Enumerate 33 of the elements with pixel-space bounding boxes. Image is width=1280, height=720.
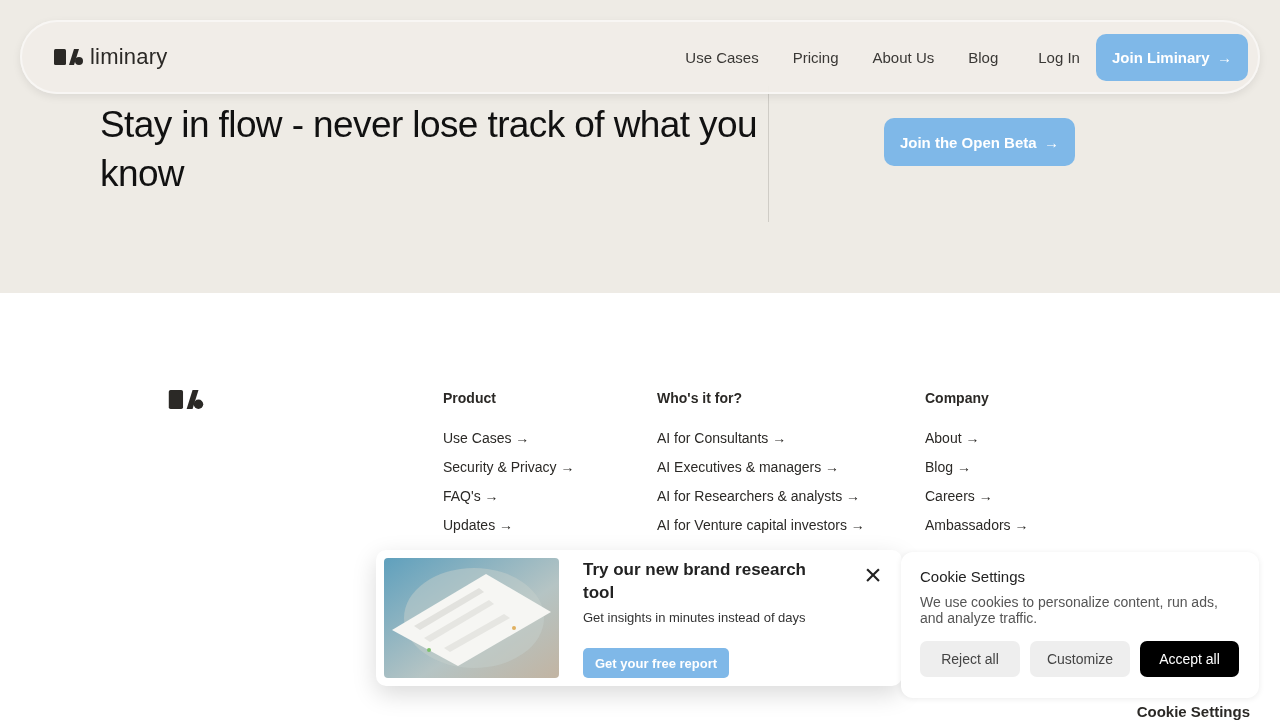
cookie-title: Cookie Settings — [920, 568, 1027, 585]
promo-title: Try our new brand research tool — [583, 559, 807, 604]
cookie-option-button[interactable]: Customize — [1030, 641, 1130, 677]
footer-link[interactable]: AI for Venture capital investors → — [657, 511, 865, 540]
accept-button[interactable]: Accept all — [1140, 641, 1239, 677]
cookie-text: We use cookies to personalize content, run ads, and analyze traffic. — [920, 594, 1219, 626]
footer-link[interactable]: About → — [925, 424, 980, 453]
footer-link[interactable]: AI Executives & managers → — [657, 453, 840, 482]
footer-link[interactable]: Security & Privacy → — [443, 453, 575, 482]
footer-link[interactable]: Blog → — [925, 453, 971, 482]
logo-icon — [54, 49, 83, 65]
cookie-option-button[interactable]: Reject all — [920, 641, 1020, 677]
nav-link[interactable]: About Us — [872, 48, 935, 66]
promo-text: Get insights in minutes instead of days — [583, 610, 806, 625]
nav-link[interactable]: Pricing — [792, 48, 839, 66]
column-heading: Who's it for? — [657, 390, 742, 406]
brand-name[interactable]: liminary — [90, 44, 168, 70]
footer-link[interactable]: Updates → — [443, 511, 514, 540]
hero-heading: Stay in flow - never lose track of what you know — [100, 103, 758, 196]
login-link[interactable]: Log In — [1038, 48, 1080, 66]
footer-link[interactable]: AI for Consultants → — [657, 424, 787, 453]
column-heading: Product — [443, 390, 496, 406]
cookie-settings-link[interactable]: Cookie Settings — [1136, 703, 1250, 720]
close-button[interactable]: × — [856, 558, 890, 592]
nav-link[interactable]: Use Cases — [685, 48, 759, 66]
footer-link[interactable]: AI for Researchers & analysts → — [657, 482, 861, 511]
nav-link[interactable]: Blog — [968, 48, 999, 66]
footer-link[interactable]: Ambassadors → — [925, 511, 1029, 540]
column-heading: Company — [925, 390, 989, 406]
footer-link[interactable]: Use Cases → — [443, 424, 530, 453]
footer-link[interactable]: FAQ's → — [443, 482, 499, 511]
logo-icon — [167, 390, 205, 409]
footer-link[interactable]: Careers → — [925, 482, 993, 511]
